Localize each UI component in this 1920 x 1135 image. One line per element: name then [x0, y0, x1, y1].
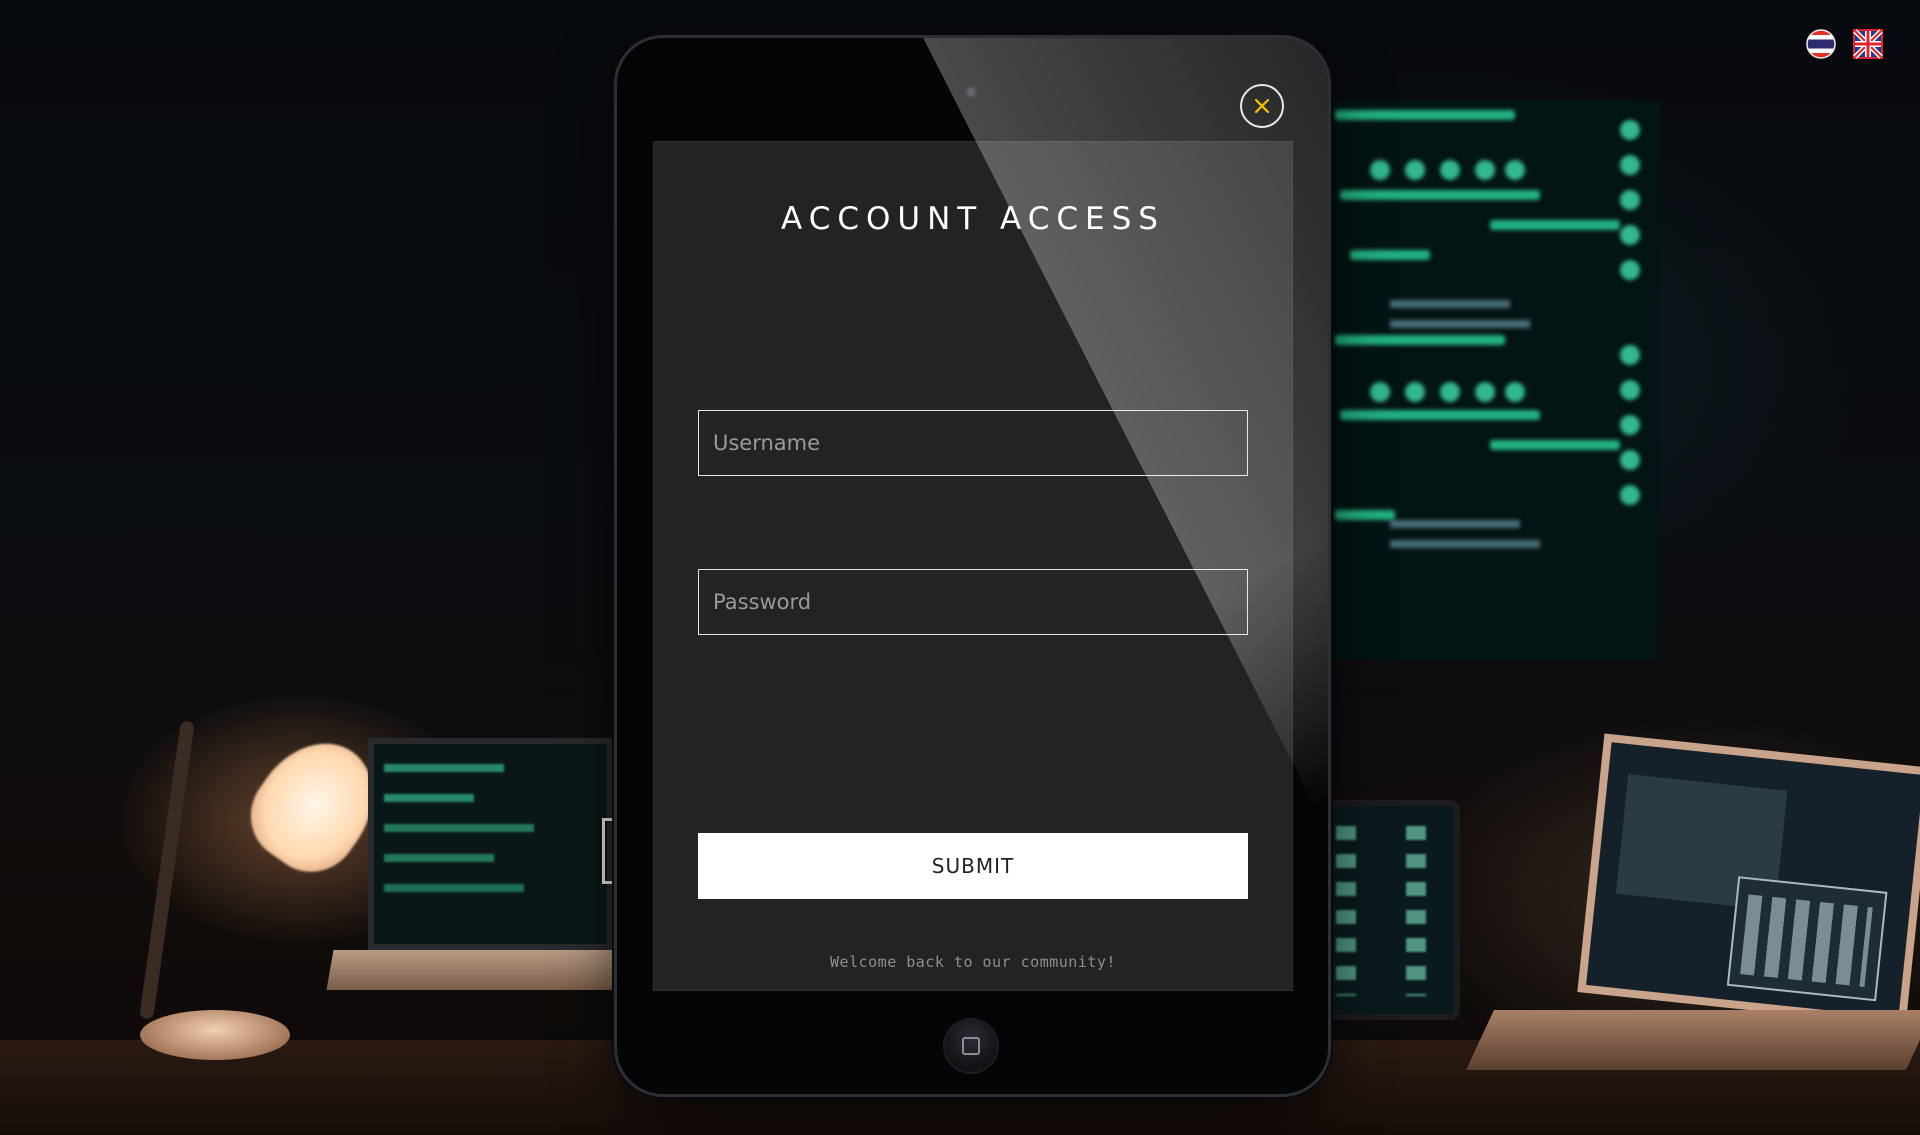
page: ACCOUNT ACCESS SUBMIT Welcome back to ou…: [0, 0, 1920, 1135]
page-title: ACCOUNT ACCESS: [781, 201, 1165, 237]
home-button-icon: [962, 1037, 980, 1055]
background-monitor-strip: [1610, 110, 1650, 630]
camera-icon: [965, 86, 977, 98]
thai-flag-icon[interactable]: [1806, 29, 1836, 59]
side-bracket-decoration: [602, 818, 616, 884]
uk-flag-icon[interactable]: [1853, 29, 1883, 59]
login-screen: ACCOUNT ACCESS SUBMIT Welcome back to ou…: [653, 141, 1293, 991]
background-laptop-left-base: [326, 950, 634, 990]
tablet-frame: ACCOUNT ACCESS SUBMIT Welcome back to ou…: [617, 38, 1328, 1094]
close-button[interactable]: [1240, 84, 1284, 128]
username-input[interactable]: [698, 410, 1248, 476]
home-button[interactable]: [945, 1020, 997, 1072]
password-input[interactable]: [698, 569, 1248, 635]
background-laptop-right-base: [1466, 1010, 1920, 1070]
welcome-message: Welcome back to our community!: [830, 953, 1116, 971]
close-icon: [1254, 98, 1270, 114]
background-laptop-left: [368, 738, 613, 950]
lamp-arm: [139, 720, 195, 1020]
lamp-base: [140, 1010, 290, 1060]
background-phone: [1320, 800, 1460, 1020]
background-laptop-right: [1577, 733, 1920, 1027]
submit-button[interactable]: SUBMIT: [698, 833, 1248, 899]
